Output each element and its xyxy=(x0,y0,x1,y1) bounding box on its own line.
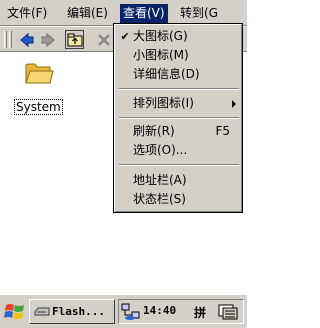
menu-item-small-icons[interactable]: 小图标(M) xyxy=(116,47,240,64)
menu-item-label: 排列图标(I) xyxy=(133,96,194,110)
taskbar: Flash... 14:40 拼 xyxy=(0,294,247,328)
input-method-indicator[interactable]: 拼 xyxy=(194,304,206,321)
delete-x-icon xyxy=(97,33,110,46)
forward-arrow-icon xyxy=(41,32,55,47)
folder-icon xyxy=(25,63,54,84)
keyboard-sip-icon[interactable] xyxy=(217,303,239,321)
menu-item-label: 刷新(R) xyxy=(133,124,175,138)
menu-item-address-bar[interactable]: 地址栏(A) xyxy=(116,172,240,189)
menu-item-options[interactable]: 选项(O)... xyxy=(116,142,240,159)
menu-item-label: 小图标(M) xyxy=(133,48,189,62)
view-dropdown-menu: ✔ 大图标(G) 小图标(M) 详细信息(D) 排列图标(I) 刷新(R) F5… xyxy=(113,23,243,213)
menu-item-label: 大图标(G) xyxy=(133,29,188,43)
menu-item-label: 详细信息(D) xyxy=(133,67,200,81)
back-button[interactable] xyxy=(17,30,36,49)
flash-drive-icon xyxy=(34,307,50,316)
menu-item-details[interactable]: 详细信息(D) xyxy=(116,66,240,83)
menu-item-arrange-icons[interactable]: 排列图标(I) xyxy=(116,95,240,112)
back-arrow-icon xyxy=(19,32,33,47)
delete-button[interactable] xyxy=(94,30,113,49)
taskbar-app-label: Flash... xyxy=(52,305,105,318)
menu-file[interactable]: 文件(F) xyxy=(4,4,50,23)
folder-label: System xyxy=(14,99,63,115)
network-connection-icon[interactable] xyxy=(121,303,141,321)
menu-view[interactable]: 查看(V) xyxy=(120,4,168,23)
menu-item-status-bar[interactable]: 状态栏(S) xyxy=(116,191,240,208)
menu-edit[interactable]: 编辑(E) xyxy=(64,4,111,23)
menu-separator xyxy=(119,164,239,166)
taskbar-app-button[interactable]: Flash... xyxy=(29,299,115,324)
windows-start-icon[interactable] xyxy=(3,300,27,324)
menu-goto[interactable]: 转到(G xyxy=(177,4,245,23)
submenu-arrow-icon xyxy=(232,100,236,108)
menu-item-large-icons[interactable]: ✔ 大图标(G) xyxy=(116,28,240,45)
toolbar-grip[interactable] xyxy=(4,31,7,48)
clock-time[interactable]: 14:40 xyxy=(143,304,176,317)
menu-separator xyxy=(119,117,239,119)
menu-separator xyxy=(119,88,239,90)
menu-item-refresh[interactable]: 刷新(R) F5 xyxy=(116,123,240,140)
up-folder-button[interactable] xyxy=(65,30,84,49)
menu-item-label: 地址栏(A) xyxy=(133,173,187,187)
menu-item-label: 选项(O)... xyxy=(133,143,188,157)
toolbar-grip-2[interactable] xyxy=(9,31,12,48)
checkmark-icon: ✔ xyxy=(120,30,130,43)
forward-button[interactable] xyxy=(38,30,57,49)
menu-item-label: 状态栏(S) xyxy=(133,192,186,206)
up-folder-icon xyxy=(67,33,82,46)
system-tray: 14:40 拼 xyxy=(118,299,244,324)
menu-item-shortcut: F5 xyxy=(215,124,230,138)
